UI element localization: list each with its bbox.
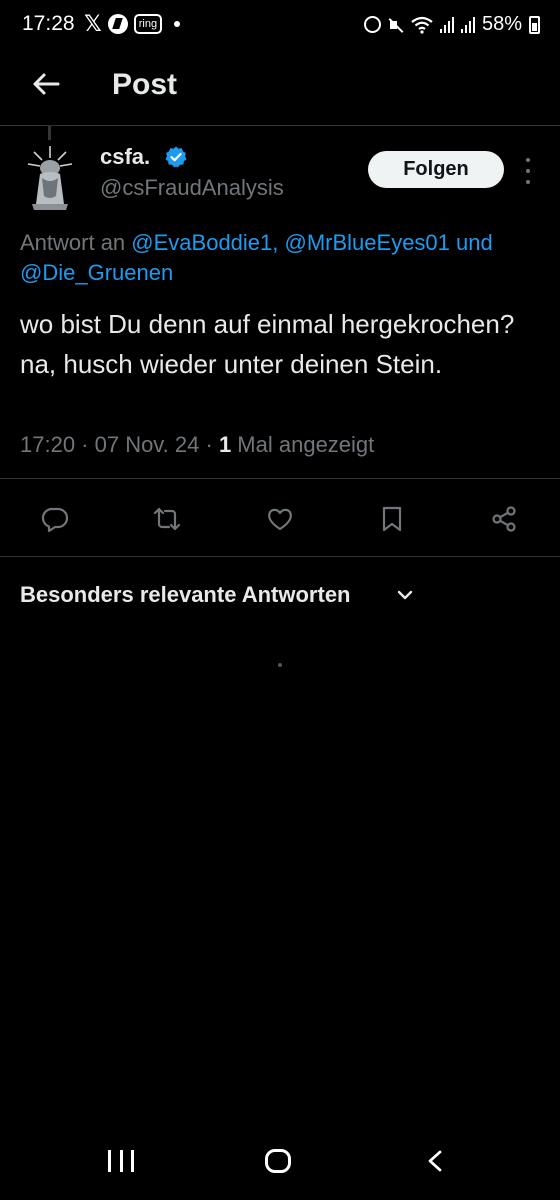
recent-apps-icon[interactable] [108,1150,134,1172]
reply-context: Antwort an @EvaBoddie1, @MrBlueEyes01 un… [20,226,560,260]
wifi-icon [411,16,433,34]
mute-icon [388,17,404,33]
bookmark-icon[interactable] [377,504,407,534]
battery-percent: 58% [481,13,522,35]
divider [0,556,560,557]
reply-prefix: Antwort an [20,230,126,255]
like-icon[interactable] [265,504,295,534]
more-notifications-icon [174,21,181,27]
reply-mentions-line1[interactable]: @EvaBoddie1, @MrBlueEyes01 und [131,230,492,255]
follow-button[interactable]: Folgen [368,151,504,188]
app-notification-icon [107,14,128,34]
repost-icon[interactable] [152,504,182,534]
status-bar: 17:28 𝕏 ring 58% [0,0,560,50]
post-text: wo bist Du denn auf einmal hergekrochen?… [20,309,515,379]
thread-line [48,126,51,140]
post-timestamp[interactable]: 17:20 · 07 Nov. 24 · [20,432,219,457]
replies-sort-selector[interactable]: Besonders relevante Antworten [20,582,351,608]
more-icon[interactable] [524,158,532,184]
avatar[interactable] [22,144,78,210]
page-title: Post [112,68,178,101]
chevron-down-icon[interactable] [396,586,414,604]
signal-icon-2 [460,16,475,33]
author-handle[interactable]: @csFraudAnalysis [100,175,284,201]
author-name[interactable]: csfa. [100,144,150,170]
x-app-icon: 𝕏 [84,11,102,36]
system-navigation-bar [0,1120,560,1200]
alarm-icon [363,16,381,33]
back-arrow-icon[interactable] [28,66,64,102]
reply-mentions-line2[interactable]: @Die_Gruenen [20,258,173,288]
notification-icons: 𝕏 ring [84,11,181,36]
battery-icon [529,15,540,34]
verified-icon [165,146,187,168]
reply-icon[interactable] [40,504,70,534]
view-count: 1 [218,432,232,457]
status-time: 17:28 [22,12,75,35]
share-icon[interactable] [489,504,519,534]
loading-indicator [278,663,282,667]
divider [0,478,560,479]
ring-app-icon: ring [133,14,163,34]
post-meta: 17:20 · 07 Nov. 24 · 1 Mal angezeigt [20,432,374,458]
home-icon[interactable] [265,1149,291,1173]
signal-icon [439,16,454,33]
action-bar [0,496,560,544]
system-icons: 58% [363,13,540,36]
system-back-icon[interactable] [425,1149,445,1173]
top-app-bar: Post [0,50,560,126]
view-label: Mal angezeigt [231,432,375,457]
